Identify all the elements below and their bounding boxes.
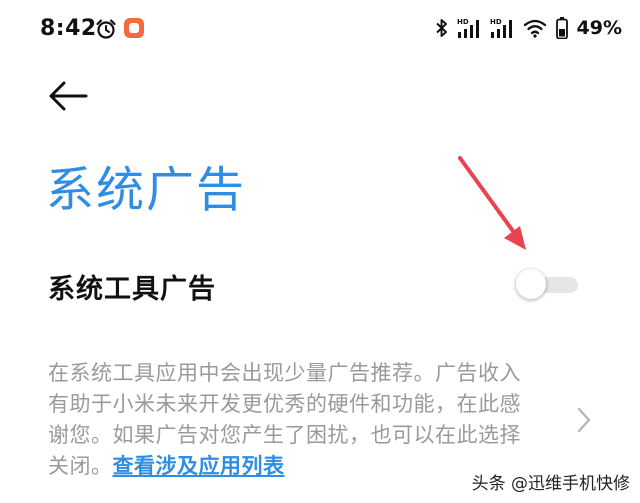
description-text: 在系统工具应用中会出现少量广告推荐。广告收入有助于小米未来开发更优秀的硬件和功能… — [48, 358, 538, 482]
system-tool-ads-toggle[interactable] — [516, 269, 578, 299]
watermark-text: 头条 @迅维手机快修 — [471, 474, 630, 494]
annotation-arrow-icon — [458, 156, 526, 250]
bluetooth-icon — [435, 19, 447, 37]
status-bar: 8:42 HD HD 49% — [0, 0, 640, 60]
app-notification-icon — [124, 18, 144, 38]
battery-percentage: 49% — [576, 17, 622, 39]
chevron-right-icon[interactable] — [574, 404, 594, 436]
setting-label: 系统工具广告 — [48, 274, 216, 305]
wifi-icon — [523, 19, 546, 38]
page-title: 系统广告 — [46, 162, 247, 218]
hd-signal-icon: HD — [457, 18, 479, 38]
status-icons: HD HD 49% — [435, 16, 622, 40]
battery-icon — [555, 17, 568, 39]
back-arrow-icon[interactable] — [46, 78, 90, 114]
toggle-knob — [516, 269, 546, 299]
alarm-clock-icon — [96, 19, 116, 39]
svg-text:HD: HD — [490, 18, 502, 26]
svg-text:HD: HD — [457, 18, 469, 26]
view-app-list-link[interactable]: 查看涉及应用列表 — [113, 454, 285, 478]
hd-signal-icon: HD — [490, 18, 512, 38]
setting-row-system-tool-ads[interactable]: 系统工具广告 — [0, 258, 640, 316]
status-time: 8:42 — [40, 16, 97, 41]
